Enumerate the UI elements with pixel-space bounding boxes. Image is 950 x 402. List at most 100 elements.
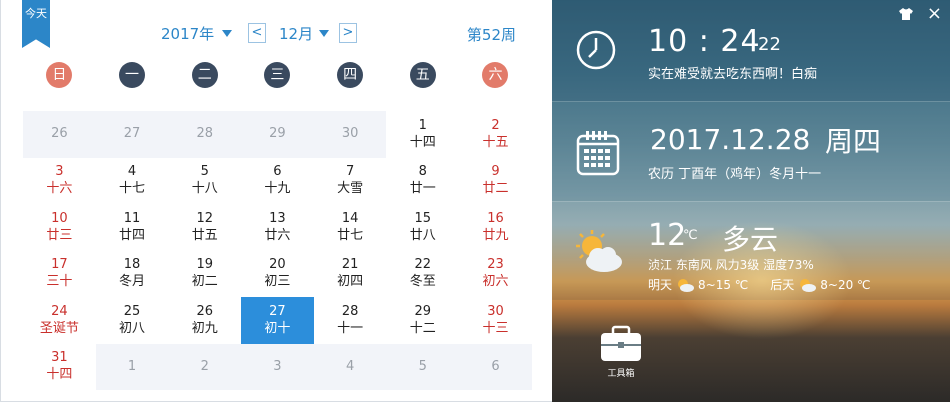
day-cell[interactable]: 5 十八 — [168, 158, 241, 205]
day-cell[interactable]: 31 十四 — [23, 344, 96, 391]
lunar-day: 冬至 — [409, 274, 436, 290]
lunar-day: 十五 — [482, 134, 509, 150]
lunar-day: 廿八 — [409, 227, 436, 243]
day-cell[interactable]: 3 — [241, 343, 314, 390]
day-number: 1 — [127, 358, 137, 374]
lunar-day: 十六 — [46, 181, 73, 197]
day-cell[interactable]: 28 — [168, 111, 242, 158]
day-cell[interactable]: 4 — [313, 343, 387, 390]
day-cell[interactable]: 22 冬至 — [386, 251, 459, 298]
day-cell[interactable]: 2 十五 — [459, 111, 532, 158]
day-number: 30 — [341, 126, 359, 142]
lunar-day: 十七 — [119, 181, 146, 197]
weekday-label: 四 — [337, 62, 364, 88]
day-cell[interactable]: 15 廿八 — [386, 204, 459, 251]
after-tomorrow-label: 后天 — [770, 278, 795, 292]
weekday-0: 日 — [23, 62, 96, 88]
prev-month-button[interactable]: < — [248, 23, 266, 43]
day-cell[interactable]: 19 初二 — [168, 251, 241, 298]
day-cell[interactable]: 14 廿七 — [314, 204, 387, 251]
lunar-day: 廿三 — [46, 227, 73, 243]
day-cell[interactable]: 27 初十 — [241, 297, 314, 344]
day-cell[interactable]: 20 初三 — [241, 251, 314, 298]
lunar-day: 十九 — [264, 181, 291, 197]
day-cell[interactable]: 1 十四 — [386, 111, 459, 158]
day-number: 28 — [196, 126, 213, 142]
lunar-day: 十一 — [337, 320, 364, 336]
day-cell[interactable]: 26 初九 — [168, 297, 241, 344]
lunar-day: 初二 — [191, 274, 218, 290]
day-cell[interactable]: 29 — [241, 111, 314, 158]
day-cell[interactable]: 7 大雪 — [314, 158, 387, 205]
weekday-5: 五 — [386, 62, 459, 88]
day-cell[interactable]: 5 — [386, 343, 460, 390]
lunar-date: 农历 丁酉年（鸡年）冬月十一 — [648, 167, 822, 182]
toolbox-button[interactable]: 工具箱 — [599, 325, 643, 379]
close-button[interactable]: × — [927, 5, 942, 23]
day-number: 10 — [51, 210, 68, 226]
day-number: 13 — [269, 210, 286, 226]
today-ribbon[interactable]: 今天 — [22, 0, 50, 48]
day-cell[interactable]: 9 廿二 — [459, 158, 532, 205]
day-cell[interactable]: 2 — [168, 343, 242, 390]
lunar-day: 十四 — [46, 367, 73, 383]
day-cell[interactable]: 23 初六 — [459, 251, 532, 298]
lunar-day: 初六 — [482, 274, 509, 290]
day-cell[interactable]: 3 十六 — [23, 158, 96, 205]
day-cell[interactable]: 27 — [95, 111, 169, 158]
weekday-3: 三 — [241, 62, 314, 88]
lunar-day: 冬月 — [119, 274, 146, 290]
day-cell[interactable]: 30 — [313, 111, 387, 158]
day-cell[interactable]: 18 冬月 — [96, 251, 169, 298]
day-cell[interactable]: 4 十七 — [96, 158, 169, 205]
day-cell[interactable]: 17 三十 — [23, 251, 96, 298]
day-number: 2 — [491, 117, 500, 133]
day-number: 5 — [418, 358, 427, 374]
year-selector[interactable]: 2017年 — [161, 22, 233, 44]
day-cell[interactable]: 6 十九 — [241, 158, 314, 205]
lunar-day: 十八 — [191, 181, 218, 197]
month-selector[interactable]: 12月 — [279, 22, 330, 44]
day-cell[interactable]: 21 初四 — [314, 251, 387, 298]
day-number: 27 — [269, 303, 286, 319]
day-cell[interactable]: 24 圣诞节 — [23, 297, 96, 344]
next-month-button[interactable]: > — [339, 23, 357, 43]
day-cell[interactable]: 1 — [95, 343, 169, 390]
toolbox-icon — [601, 325, 641, 361]
day-cell[interactable]: 13 廿六 — [241, 204, 314, 251]
weather-condition: 多云 — [722, 223, 779, 256]
day-number: 1 — [418, 117, 427, 133]
day-cell[interactable]: 12 廿五 — [168, 204, 241, 251]
day-number: 12 — [196, 210, 213, 226]
day-cell[interactable]: 10 廿三 — [23, 204, 96, 251]
window-controls: × — [898, 5, 942, 23]
day-number: 4 — [127, 164, 137, 180]
day-number: 24 — [51, 303, 68, 319]
shirt-icon[interactable] — [898, 8, 913, 20]
day-number: 11 — [123, 210, 141, 226]
day-number: 6 — [273, 164, 282, 180]
day-cell[interactable]: 29 十二 — [386, 297, 459, 344]
day-cell[interactable]: 26 — [23, 111, 96, 158]
lunar-day: 初四 — [337, 274, 364, 290]
day-cell[interactable]: 30 十三 — [459, 297, 532, 344]
day-cell[interactable]: 25 初八 — [96, 297, 169, 344]
week-number: 第52周 — [466, 26, 516, 44]
day-cell[interactable]: 6 — [459, 343, 532, 390]
seconds-display: 22 — [758, 34, 781, 55]
year-dropdown-icon — [222, 29, 233, 37]
weekday-label: 六 — [482, 62, 509, 88]
partly-cloudy-icon — [576, 230, 622, 272]
day-cell[interactable]: 8 廿一 — [386, 158, 459, 205]
day-grid: 26 27 28 29 30 1 十四 2 十五 3 十六 4 十七 5 十八 6 十九 7 大雪 8 廿一 9 廿二 10 廿… — [23, 111, 532, 390]
day-number: 2 — [200, 358, 209, 374]
day-number: 25 — [123, 303, 141, 319]
day-cell[interactable]: 28 十一 — [314, 297, 387, 344]
day-number: 14 — [341, 210, 359, 226]
tomorrow-weather-icon — [678, 278, 695, 292]
day-cell[interactable]: 16 廿九 — [459, 204, 532, 251]
date-display: 2017.12.28 — [650, 123, 811, 156]
day-cell[interactable]: 11 廿四 — [96, 204, 169, 251]
month-label: 12月 — [279, 24, 314, 43]
day-number: 15 — [414, 210, 432, 226]
